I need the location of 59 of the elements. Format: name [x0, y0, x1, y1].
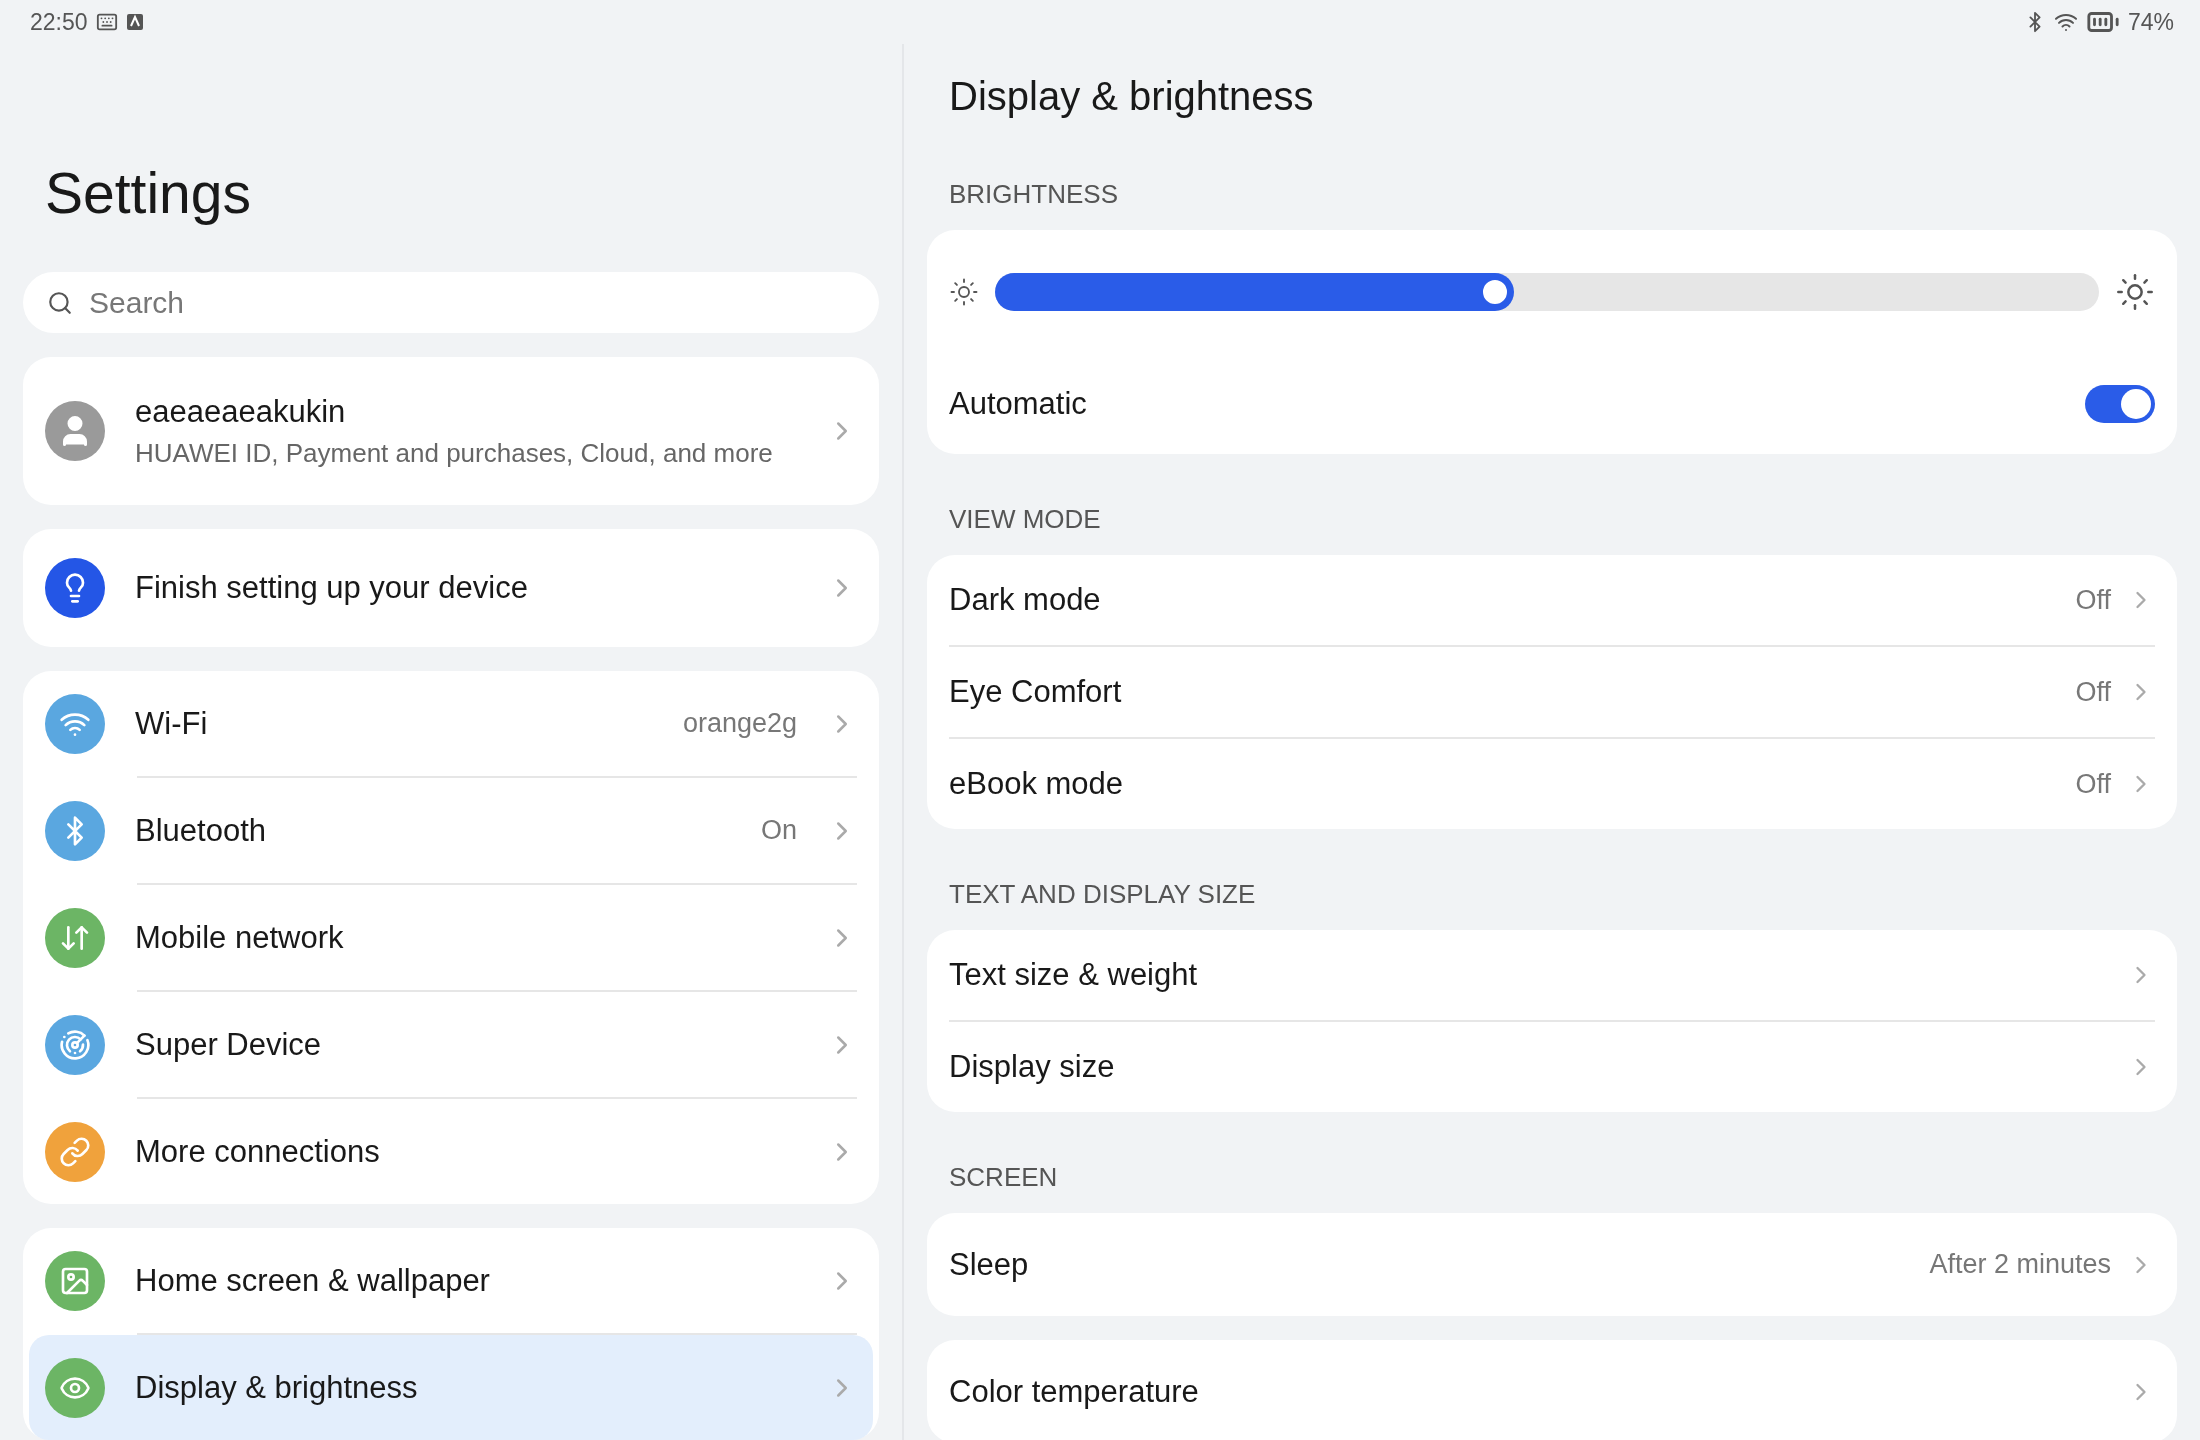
account-card[interactable]: eaeaeaeakukin HUAWEI ID, Payment and purchases, Cloud, and more: [23, 357, 879, 505]
settings-item[interactable]: More connections: [29, 1099, 873, 1204]
avatar-icon: [45, 401, 105, 461]
settings-item[interactable]: Display & brightness: [29, 1335, 873, 1440]
setting-value: Off: [2075, 676, 2111, 708]
status-time: 22:50: [30, 8, 88, 36]
setting-label: Color temperature: [949, 1373, 1200, 1410]
setting-label: Automatic: [949, 386, 1088, 422]
setting-label: Sleep: [949, 1246, 1030, 1283]
setting-value: Off: [2075, 768, 2111, 800]
search-icon: [47, 289, 73, 316]
setting-label: Text size & weight: [949, 957, 1199, 993]
item-label: Finish setting up your device: [135, 570, 529, 606]
setting-row[interactable]: Text size & weight: [949, 930, 2155, 1020]
section-header: VIEW MODE: [949, 504, 1102, 535]
brightness-slider[interactable]: [995, 273, 2099, 311]
section-header: SCREEN: [949, 1162, 1059, 1193]
item-value: orange2g: [682, 708, 797, 739]
item-label: Display & brightness: [135, 1369, 419, 1406]
settings-item[interactable]: Super Device: [29, 992, 873, 1097]
notification-icon: [125, 13, 144, 31]
setting-label: eBook mode: [949, 766, 1125, 802]
setting-row[interactable]: Dark mode Off: [949, 555, 2155, 645]
item-label: Super Device: [135, 1026, 323, 1063]
setting-row[interactable]: Color temperature: [949, 1340, 2155, 1440]
setting-label: Display size: [949, 1049, 1116, 1085]
account-subtitle: HUAWEI ID, Payment and purchases, Cloud, and more: [135, 437, 774, 469]
setting-row[interactable]: Sleep After 2 minutes: [949, 1213, 2155, 1316]
settings-item[interactable]: Wi-Fi orange2g: [29, 671, 873, 776]
item-label: Mobile network: [135, 919, 345, 956]
keyboard-icon: [95, 11, 118, 33]
setting-label: Dark mode: [949, 582, 1102, 618]
settings-item[interactable]: Bluetooth On: [29, 778, 873, 883]
setting-value: Off: [2075, 584, 2111, 616]
setting-row[interactable]: Eye Comfort Off: [949, 647, 2155, 737]
section-header: BRIGHTNESS: [949, 179, 1120, 210]
settings-item[interactable]: Finish setting up your device: [29, 529, 873, 647]
setting-value: After 2 minutes: [1929, 1249, 2111, 1280]
item-value: On: [760, 815, 797, 846]
search-input[interactable]: Search: [87, 284, 855, 321]
toggle-switch[interactable]: [2085, 385, 2155, 423]
setting-row[interactable]: Display size: [949, 1022, 2155, 1112]
item-label: Wi-Fi: [135, 705, 209, 742]
page-title: Settings: [45, 160, 252, 226]
bright-sun-icon: [2115, 272, 2155, 312]
lightbulb-icon: [45, 558, 105, 618]
item-label: Home screen & wallpaper: [135, 1262, 491, 1299]
dim-sun-icon: [949, 277, 979, 307]
account-name: eaeaeaeakukin: [135, 393, 347, 430]
battery-percentage: 74%: [2127, 8, 2174, 36]
section-header: TEXT AND DISPLAY SIZE: [949, 879, 1257, 910]
settings-item[interactable]: Mobile network: [29, 885, 873, 990]
settings-item[interactable]: Home screen & wallpaper: [29, 1228, 873, 1333]
item-label: More connections: [135, 1133, 381, 1170]
setting-row[interactable]: eBook mode Off: [949, 739, 2155, 829]
item-label: Bluetooth: [135, 812, 267, 849]
setting-label: Eye Comfort: [949, 674, 1123, 710]
search-field[interactable]: Search: [23, 272, 879, 333]
detail-title: Display & brightness: [949, 74, 1315, 119]
